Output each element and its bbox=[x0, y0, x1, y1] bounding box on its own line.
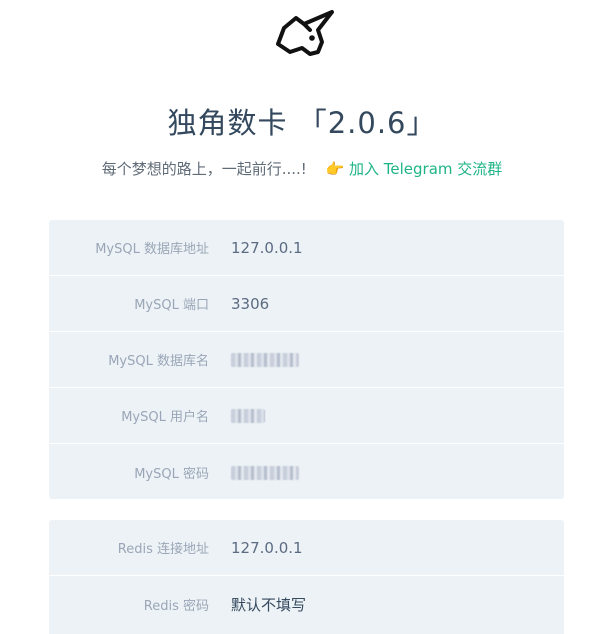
mysql-user-row: MySQL 用户名 bbox=[49, 388, 564, 444]
mysql-password-value[interactable] bbox=[231, 463, 299, 481]
redis-host-row: Redis 连接地址 127.0.0.1 bbox=[49, 520, 564, 576]
subtitle-text: 每个梦想的路上，一起前行....! bbox=[101, 160, 307, 178]
mysql-database-label: MySQL 数据库名 bbox=[108, 354, 209, 369]
redacted-value bbox=[231, 465, 299, 480]
redis-password-label: Redis 密码 bbox=[143, 598, 209, 614]
mysql-config-card: MySQL 数据库地址 127.0.0.1 MySQL 端口 3306 MySQ… bbox=[49, 220, 564, 499]
pointing-hand-icon: 👉 bbox=[325, 160, 345, 178]
mysql-host-value[interactable]: 127.0.0.1 bbox=[231, 239, 303, 257]
redis-host-value[interactable]: 127.0.0.1 bbox=[231, 539, 303, 557]
redis-password-value[interactable]: 默认不填写 bbox=[231, 594, 306, 615]
mysql-port-label: MySQL 端口 bbox=[134, 298, 209, 313]
mysql-host-row: MySQL 数据库地址 127.0.0.1 bbox=[49, 220, 564, 276]
redacted-value bbox=[231, 409, 265, 423]
mysql-port-value[interactable]: 3306 bbox=[231, 295, 269, 313]
redacted-value bbox=[231, 353, 299, 367]
mysql-host-label: MySQL 数据库地址 bbox=[95, 242, 209, 257]
page-title: 独角数卡 「2.0.6」 bbox=[167, 106, 437, 140]
mysql-password-row: MySQL 密码 bbox=[49, 444, 564, 499]
subtitle: 每个梦想的路上，一起前行....! 👉 加入 Telegram 交流群 bbox=[0, 158, 604, 179]
redis-host-label: Redis 连接地址 bbox=[117, 542, 209, 557]
mysql-password-label: MySQL 密码 bbox=[134, 466, 209, 482]
redis-password-row: Redis 密码 默认不填写 bbox=[49, 576, 564, 632]
redis-config-card: Redis 连接地址 127.0.0.1 Redis 密码 默认不填写 bbox=[49, 520, 564, 634]
unicorn-icon bbox=[276, 10, 334, 56]
mysql-database-value[interactable] bbox=[231, 351, 299, 369]
telegram-group-link[interactable]: 加入 Telegram 交流群 bbox=[349, 160, 502, 178]
mysql-database-row: MySQL 数据库名 bbox=[49, 332, 564, 388]
mysql-user-label: MySQL 用户名 bbox=[121, 410, 209, 425]
mysql-port-row: MySQL 端口 3306 bbox=[49, 276, 564, 332]
mysql-user-value[interactable] bbox=[231, 407, 265, 425]
